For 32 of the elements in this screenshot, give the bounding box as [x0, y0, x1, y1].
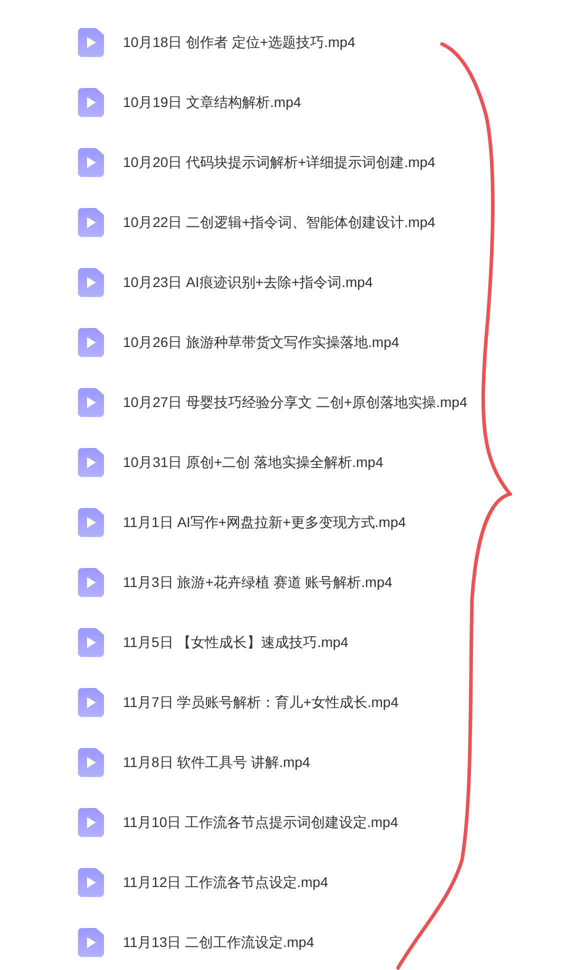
video-file-icon: [78, 568, 104, 596]
file-name[interactable]: 10月27日 母婴技巧经验分享文 二创+原创落地实操.mp4: [123, 392, 468, 412]
file-name[interactable]: 10月31日 原创+二创 落地实操全解析.mp4: [123, 452, 384, 472]
video-file-icon: [78, 388, 104, 416]
video-file-icon: [78, 328, 104, 356]
video-file-icon: [78, 928, 104, 956]
video-file-icon: [78, 448, 104, 476]
video-file-icon: [78, 628, 104, 656]
video-file-icon: [78, 748, 104, 776]
file-name[interactable]: 10月20日 代码块提示词解析+详细提示词创建.mp4: [123, 152, 436, 172]
video-file-icon: [78, 28, 104, 56]
video-file-icon: [78, 688, 104, 716]
file-name[interactable]: 11月3日 旅游+花卉绿植 赛道 账号解析.mp4: [123, 572, 392, 592]
video-file-icon: [78, 268, 104, 296]
file-name[interactable]: 10月26日 旅游种草带货文写作实操落地.mp4: [123, 332, 400, 352]
file-name[interactable]: 10月22日 二创逻辑+指令词、智能体创建设计.mp4: [123, 212, 436, 232]
file-name[interactable]: 11月8日 软件工具号 讲解.mp4: [123, 752, 310, 772]
file-name[interactable]: 11月7日 学员账号解析：育儿+女性成长.mp4: [123, 692, 399, 712]
file-name[interactable]: 11月13日 二创工作流设定.mp4: [123, 932, 314, 952]
file-name[interactable]: 11月12日 工作流各节点设定.mp4: [123, 872, 328, 892]
video-file-icon: [78, 208, 104, 236]
file-name[interactable]: 11月5日 【女性成长】速成技巧.mp4: [123, 632, 348, 652]
video-file-icon: [78, 88, 104, 116]
video-file-icon: [78, 808, 104, 836]
video-file-icon: [78, 508, 104, 536]
file-name[interactable]: 10月23日 AI痕迹识别+去除+指令词.mp4: [123, 272, 373, 292]
file-name[interactable]: 11月1日 AI写作+网盘拉新+更多变现方式.mp4: [123, 512, 406, 532]
file-name[interactable]: 10月19日 文章结构解析.mp4: [123, 92, 302, 112]
file-name[interactable]: 10月18日 创作者 定位+选题技巧.mp4: [123, 32, 356, 52]
video-file-icon: [78, 868, 104, 896]
file-name[interactable]: 11月10日 工作流各节点提示词创建设定.mp4: [123, 812, 398, 832]
video-file-icon: [78, 148, 104, 176]
